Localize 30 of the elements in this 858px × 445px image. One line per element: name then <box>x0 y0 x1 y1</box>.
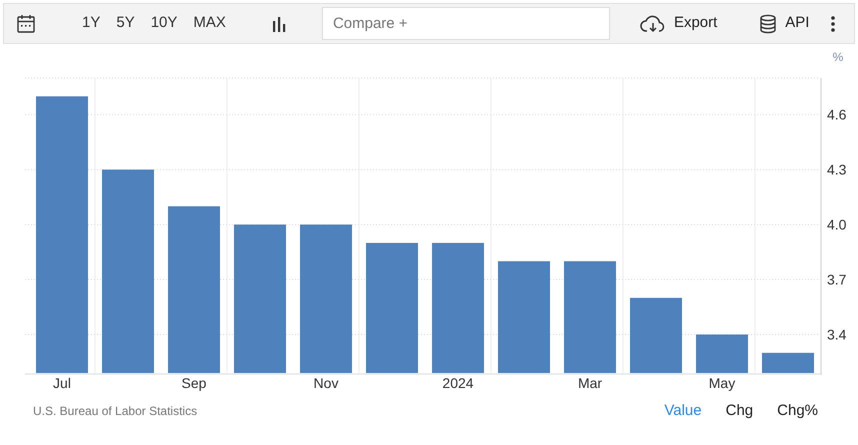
x-axis-label: Jul <box>53 375 71 391</box>
range-button[interactable]: 5Y <box>110 12 141 35</box>
y-axis-label: 4.0 <box>827 216 846 233</box>
view-tab[interactable]: Chg% <box>765 400 830 422</box>
bar <box>762 352 814 373</box>
x-axis-label: May <box>708 375 736 391</box>
unit-label: % <box>832 50 844 64</box>
compare-field[interactable]: Compare + <box>322 7 610 40</box>
x-axis-label: Sep <box>182 375 206 391</box>
more-icon[interactable] <box>830 16 836 32</box>
y-axis-label: 4.6 <box>827 106 846 123</box>
view-tab[interactable]: Value <box>652 400 714 422</box>
range-button[interactable]: 1Y <box>76 12 106 35</box>
calendar-icon[interactable] <box>16 14 36 34</box>
bar-chart-icon[interactable] <box>272 16 286 32</box>
range-button[interactable]: MAX <box>187 12 232 35</box>
x-axis-label: Nov <box>314 375 338 391</box>
y-axis-label: 3.7 <box>827 272 846 288</box>
source-text: U.S. Bureau of Labor Statistics <box>33 403 198 420</box>
range-button[interactable]: 10Y <box>144 12 184 35</box>
x-axis-label: 2024 <box>442 375 474 391</box>
view-tab[interactable]: Chg <box>714 400 766 422</box>
y-axis-label: 3.4 <box>827 326 846 343</box>
export-button[interactable]: Export <box>634 12 724 35</box>
x-axis-label: Mar <box>578 375 602 391</box>
cloud-download-icon <box>640 14 666 32</box>
y-axis-label: 4.3 <box>827 162 846 178</box>
database-icon <box>759 14 778 34</box>
bar <box>696 334 748 373</box>
api-button[interactable]: API <box>753 12 816 35</box>
